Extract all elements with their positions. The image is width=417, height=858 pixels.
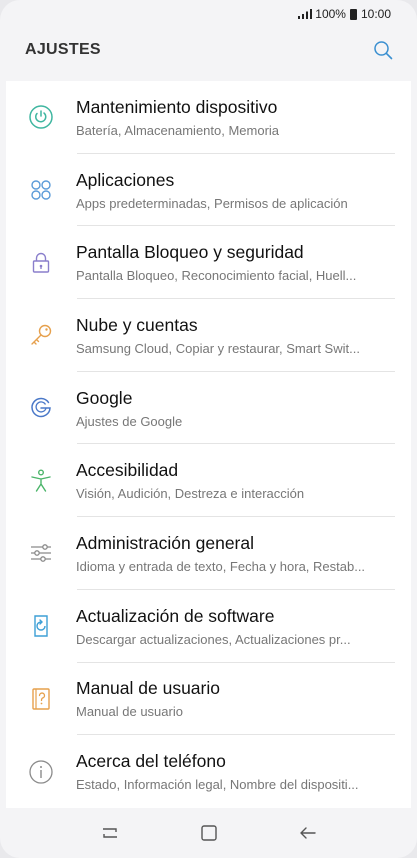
settings-item-applications[interactable]: Aplicaciones Apps predeterminadas, Permi… xyxy=(6,154,411,227)
navigation-bar xyxy=(0,808,417,858)
settings-item-about-phone[interactable]: Acerca del teléfono Estado, Información … xyxy=(6,735,411,808)
battery-icon xyxy=(349,8,357,20)
back-button[interactable] xyxy=(288,818,328,848)
settings-list: Mantenimiento dispositivo Batería, Almac… xyxy=(6,81,411,808)
sliders-icon xyxy=(31,544,51,563)
key-icon xyxy=(31,325,52,346)
item-subtitle: Manual de usuario xyxy=(76,704,183,720)
status-bar: 100% 10:00 xyxy=(0,0,417,28)
search-button[interactable] xyxy=(371,38,395,62)
item-subtitle: Estado, Información legal, Nombre del di… xyxy=(76,777,359,793)
page-title: AJUSTES xyxy=(25,41,101,58)
item-subtitle: Descargar actualizaciones, Actualizacion… xyxy=(76,631,351,647)
item-subtitle: Pantalla Bloqueo, Reconocimiento facial,… xyxy=(76,268,357,284)
clock: 10:00 xyxy=(360,7,391,21)
item-subtitle: Idioma y entrada de texto, Fecha y hora,… xyxy=(76,558,366,574)
item-title: Administración general xyxy=(76,532,255,553)
settings-item-cloud-accounts[interactable]: Nube y cuentas Samsung Cloud, Copiar y r… xyxy=(6,299,411,372)
signal-icon xyxy=(298,9,313,19)
item-title: Nube y cuentas xyxy=(76,314,198,335)
item-subtitle: Apps predeterminadas, Permisos de aplica… xyxy=(76,195,348,211)
software-update-icon xyxy=(34,615,48,637)
lock-icon xyxy=(32,252,50,273)
back-icon xyxy=(299,827,316,839)
settings-item-general-management[interactable]: Administración general Idioma y entrada … xyxy=(6,517,411,590)
home-button[interactable] xyxy=(189,818,229,848)
search-icon xyxy=(374,41,393,60)
settings-item-user-manual[interactable]: Manual de usuario Manual de usuario xyxy=(6,663,411,736)
info-icon xyxy=(29,759,53,784)
phone-screen: 100% 10:00 AJUSTES Mantenimiento disposi xyxy=(0,0,417,858)
item-subtitle: Samsung Cloud, Copiar y restaurar, Smart… xyxy=(76,340,360,356)
settings-item-software-update[interactable]: Actualización de software Descargar actu… xyxy=(6,590,411,663)
battery-percent: 100% xyxy=(315,7,346,21)
item-title: Pantalla Bloqueo y seguridad xyxy=(76,242,304,263)
item-title: Accesibilidad xyxy=(76,460,179,481)
accessibility-icon xyxy=(31,469,51,492)
item-title: Mantenimiento dispositivo xyxy=(76,96,278,117)
item-subtitle: Visión, Audición, Destreza e interacción xyxy=(76,486,305,502)
item-subtitle: Batería, Almacenamiento, Memoria xyxy=(76,122,280,138)
apps-icon xyxy=(31,180,51,200)
recent-apps-icon xyxy=(102,828,117,838)
item-title: Actualización de software xyxy=(76,605,275,626)
item-title: Google xyxy=(76,387,133,408)
maintenance-icon xyxy=(29,105,53,130)
google-icon xyxy=(31,397,51,418)
item-subtitle: Ajustes de Google xyxy=(76,413,183,429)
app-bar: AJUSTES xyxy=(0,28,417,72)
item-title: Manual de usuario xyxy=(76,678,220,699)
settings-item-lock-screen-security[interactable]: Pantalla Bloqueo y seguridad Pantalla Bl… xyxy=(6,226,411,300)
manual-icon xyxy=(32,688,50,710)
settings-item-device-maintenance[interactable]: Mantenimiento dispositivo Batería, Almac… xyxy=(6,81,411,154)
recent-apps-button[interactable] xyxy=(90,818,130,848)
settings-item-google[interactable]: Google Ajustes de Google xyxy=(6,372,411,445)
item-title: Acerca del teléfono xyxy=(76,751,226,772)
item-title: Aplicaciones xyxy=(76,169,175,190)
home-icon xyxy=(200,825,217,841)
settings-item-accessibility[interactable]: Accesibilidad Visión, Audición, Destreza… xyxy=(6,444,411,518)
